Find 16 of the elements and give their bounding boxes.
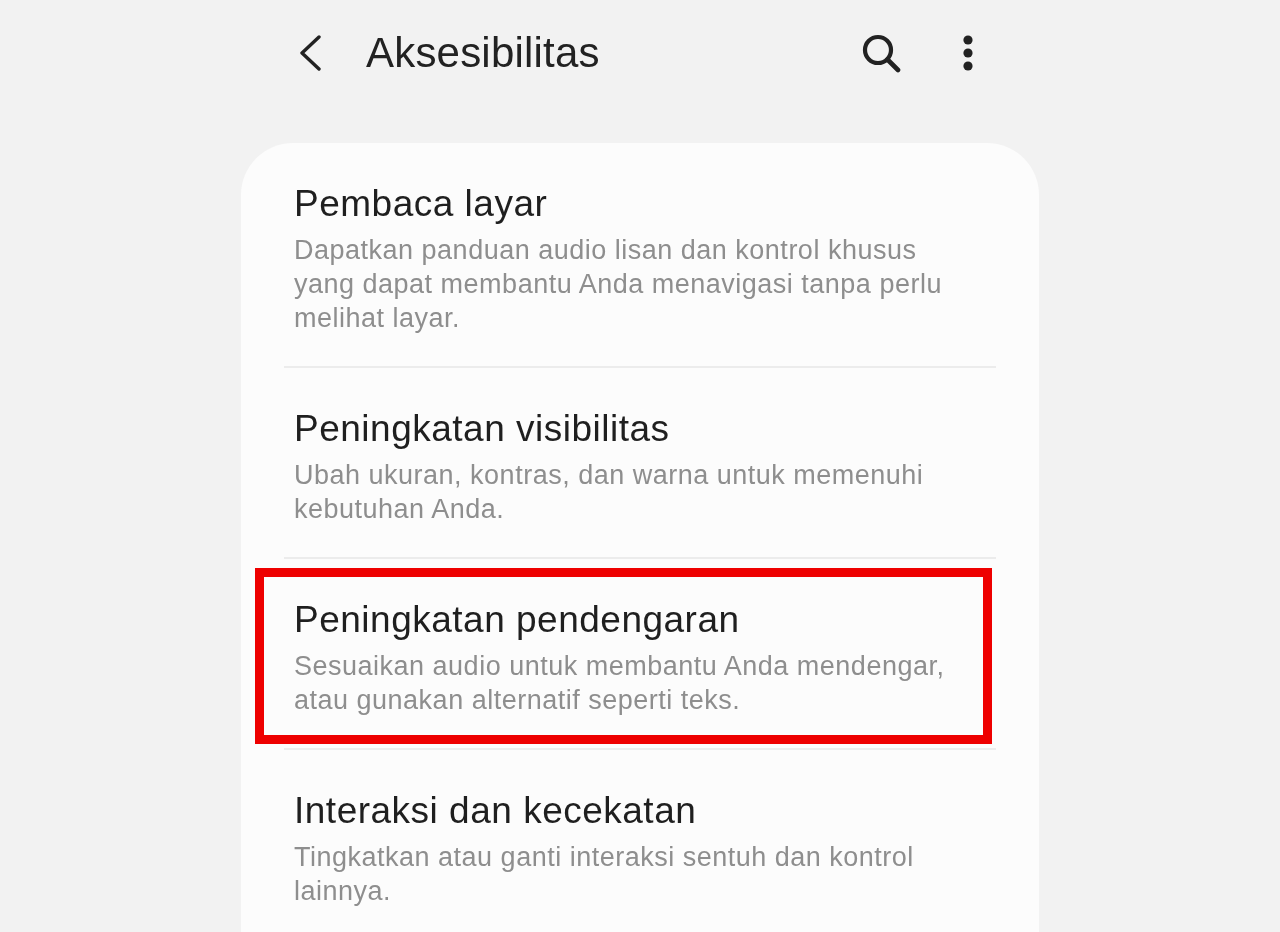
item-description: Dapatkan panduan audio lisan dan kontrol khusus yang dapat membantu Anda menavigasi tanpa perlu melihat layar. [294, 234, 943, 335]
search-icon[interactable] [861, 33, 901, 73]
item-description: Ubah ukuran, kontras, dan warna untuk memenuhi kebutuhan Anda. [294, 459, 925, 526]
settings-item[interactable]: Interaksi dan kecekatan Tingkatkan atau ganti interaksi sentuh dan kontrol lainnya. [255, 759, 992, 932]
item-title: Pembaca layar [294, 182, 548, 226]
back-icon[interactable] [298, 35, 322, 71]
item-title: Peningkatan pendengaran [294, 598, 740, 642]
item-title: Interaksi dan kecekatan [294, 789, 697, 833]
more-options-icon[interactable] [961, 35, 975, 71]
page-title: Aksesibilitas [366, 29, 600, 77]
settings-item[interactable]: Peningkatan visibilitas Ubah ukuran, kontras, dan warna untuk memenuhi kebutuhan Anda. [255, 377, 992, 553]
settings-item[interactable]: Pembaca layar Dapatkan panduan audio lisan dan kontrol khusus yang dapat membantu Anda menavigasi tanpa perlu melihat layar. [255, 152, 992, 362]
item-description: Tingkatkan atau ganti interaksi sentuh dan kontrol lainnya. [294, 841, 915, 908]
item-description: Sesuaikan audio untuk membantu Anda mendengar, atau gunakan alternatif seperti teks. [294, 650, 946, 717]
settings-item[interactable]: Peningkatan pendengaran Sesuaikan audio untuk membantu Anda mendengar, atau gunakan alternatif seperti teks. [255, 568, 992, 744]
item-title: Peningkatan visibilitas [294, 407, 670, 451]
